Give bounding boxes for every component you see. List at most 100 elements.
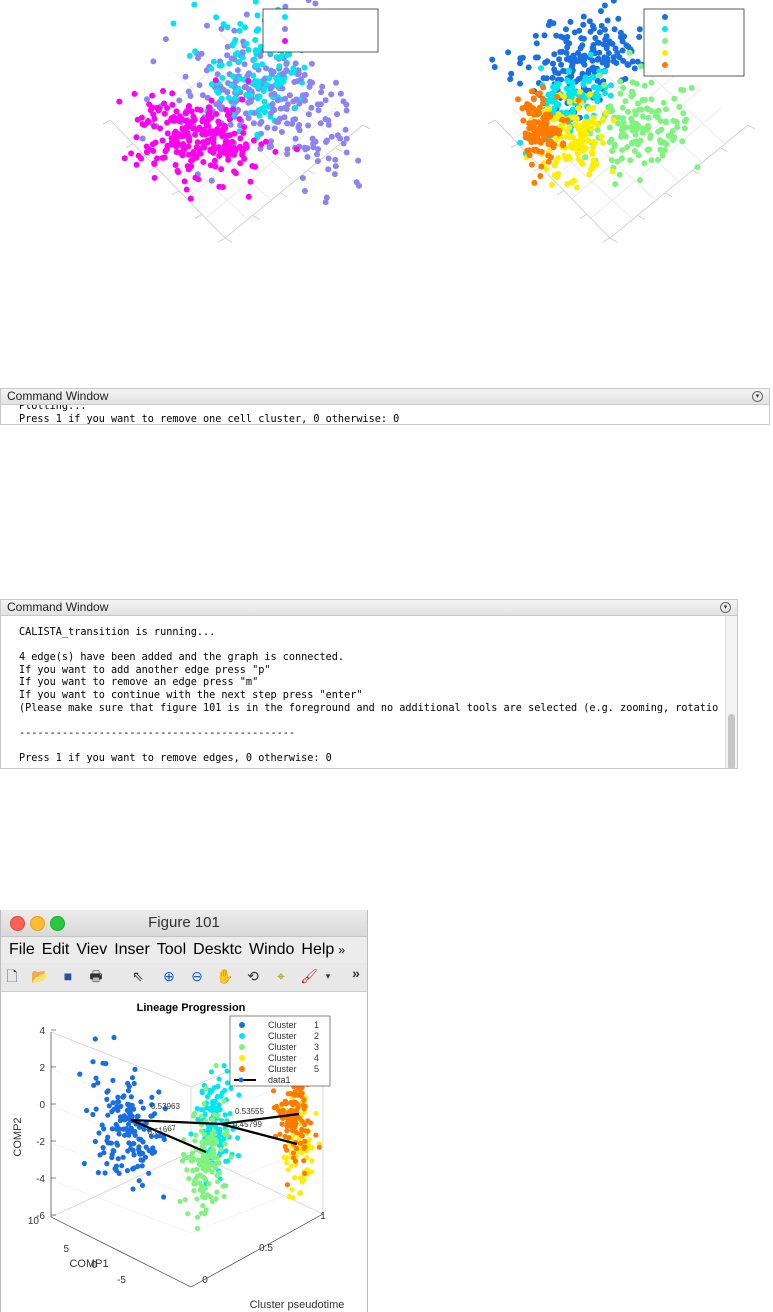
data-point xyxy=(589,74,596,80)
data-point xyxy=(143,143,150,150)
data-point xyxy=(208,177,215,184)
menu-item-file[interactable]: File xyxy=(9,941,35,958)
z-tick-label: 5 xyxy=(63,1244,69,1255)
data-point xyxy=(286,92,293,99)
data-point xyxy=(192,174,199,181)
data-point xyxy=(214,1172,220,1178)
data-point xyxy=(291,1155,297,1161)
data-point xyxy=(567,92,573,99)
save-icon[interactable]: ■ xyxy=(59,967,77,985)
data-point xyxy=(229,73,236,80)
data-cursor-icon[interactable]: ⌖ xyxy=(272,967,290,985)
data-point xyxy=(264,124,271,131)
window-menu-icon[interactable]: ▾ xyxy=(752,391,763,402)
legend-marker xyxy=(238,1077,244,1083)
legend-marker xyxy=(239,1033,245,1039)
data-point xyxy=(245,115,252,122)
data-point xyxy=(279,85,286,92)
brush-icon[interactable]: 🖌 xyxy=(300,967,318,985)
data-point xyxy=(313,1110,319,1116)
data-point xyxy=(660,99,667,106)
data-point xyxy=(219,184,226,190)
data-point xyxy=(228,1085,234,1091)
pointer-icon[interactable]: ⇖ xyxy=(129,967,147,985)
data-point xyxy=(305,1118,311,1124)
data-point xyxy=(277,1131,283,1137)
vertical-scrollbar[interactable] xyxy=(725,616,737,768)
data-point xyxy=(203,122,210,129)
command-window-2-output[interactable]: CALISTA_transition is running... 4 edge(s… xyxy=(1,616,737,766)
data-point xyxy=(658,126,665,133)
data-point xyxy=(191,1181,197,1187)
data-point xyxy=(120,1154,126,1160)
data-point xyxy=(132,1066,138,1072)
data-point xyxy=(121,155,128,162)
data-point xyxy=(569,144,576,151)
menu-item-edit[interactable]: Edit xyxy=(42,941,70,958)
new-file-icon[interactable]: 🗋 xyxy=(3,967,21,985)
data-point xyxy=(182,1197,188,1203)
data-point xyxy=(189,156,196,163)
data-point xyxy=(198,1128,204,1134)
data-point xyxy=(205,104,212,111)
menu-item-desktc[interactable]: Desktc xyxy=(193,941,242,958)
toolbar-overflow-icon[interactable]: » xyxy=(349,964,363,982)
data-point xyxy=(560,142,566,149)
legend xyxy=(262,8,379,53)
data-point xyxy=(637,177,643,184)
data-point xyxy=(555,111,562,118)
data-point xyxy=(641,160,648,167)
lineage-progression-chart[interactable]: Lineage Progression 420-2-4-61050-5 00.51… xyxy=(1,992,368,1312)
menu-item-windo[interactable]: Windo xyxy=(249,941,294,958)
data-point xyxy=(198,1210,204,1216)
data-point xyxy=(218,1147,224,1153)
data-point xyxy=(235,1153,242,1159)
pan-hand-icon[interactable]: ✋ xyxy=(216,967,234,985)
window-menu-icon[interactable]: ▾ xyxy=(720,602,731,613)
data-point xyxy=(109,1155,115,1161)
menu-item-inser[interactable]: Inser xyxy=(114,941,150,958)
data-point xyxy=(194,1214,201,1220)
data-point xyxy=(517,55,524,62)
data-point xyxy=(635,100,641,107)
rotate-3d-icon[interactable]: ⟲ xyxy=(244,967,262,985)
data-point xyxy=(124,1115,130,1122)
data-point xyxy=(526,107,532,114)
scrollbar-thumb[interactable] xyxy=(728,714,735,768)
data-point xyxy=(545,152,552,159)
data-point xyxy=(592,120,599,127)
data-point xyxy=(131,1152,137,1158)
data-point xyxy=(225,1158,231,1164)
legend-label: data1 xyxy=(268,1075,291,1085)
data-point xyxy=(602,68,608,75)
menu-item-viev[interactable]: Viev xyxy=(76,941,107,958)
data-point xyxy=(563,56,570,63)
data-point xyxy=(680,87,687,94)
menu-item-help[interactable]: Help xyxy=(301,941,334,958)
data-point xyxy=(215,1179,221,1185)
data-point xyxy=(130,1147,136,1153)
data-point xyxy=(97,1152,103,1158)
data-point xyxy=(648,96,655,103)
data-point xyxy=(578,124,585,130)
data-point xyxy=(301,1158,307,1164)
data-point xyxy=(143,1144,149,1150)
data-point xyxy=(284,1147,290,1153)
data-point xyxy=(533,128,540,135)
command-window-2: Command Window ▾ CALISTA_transition is r… xyxy=(0,599,738,769)
chart-legend: Cluster 1 Cluster 2 Cluster 3 Cluster 4 Cluster 5… xyxy=(229,1015,331,1087)
data-point xyxy=(191,1,198,8)
data-point xyxy=(193,1132,199,1138)
data-point xyxy=(93,1075,99,1081)
zoom-in-icon[interactable]: ⊕ xyxy=(160,967,178,985)
menu-overflow-icon[interactable]: » xyxy=(338,943,345,957)
data-point xyxy=(160,88,166,94)
data-point xyxy=(150,1145,156,1151)
zoom-out-icon[interactable]: ⊖ xyxy=(188,967,206,985)
dropdown-arrow-icon[interactable]: ▾ xyxy=(323,967,333,985)
menu-item-tool[interactable]: Tool xyxy=(157,941,186,958)
print-icon[interactable]: 🖶 xyxy=(87,967,105,985)
open-folder-icon[interactable]: 📂 xyxy=(31,967,49,985)
data-point xyxy=(216,62,223,69)
data-point xyxy=(131,1141,137,1147)
